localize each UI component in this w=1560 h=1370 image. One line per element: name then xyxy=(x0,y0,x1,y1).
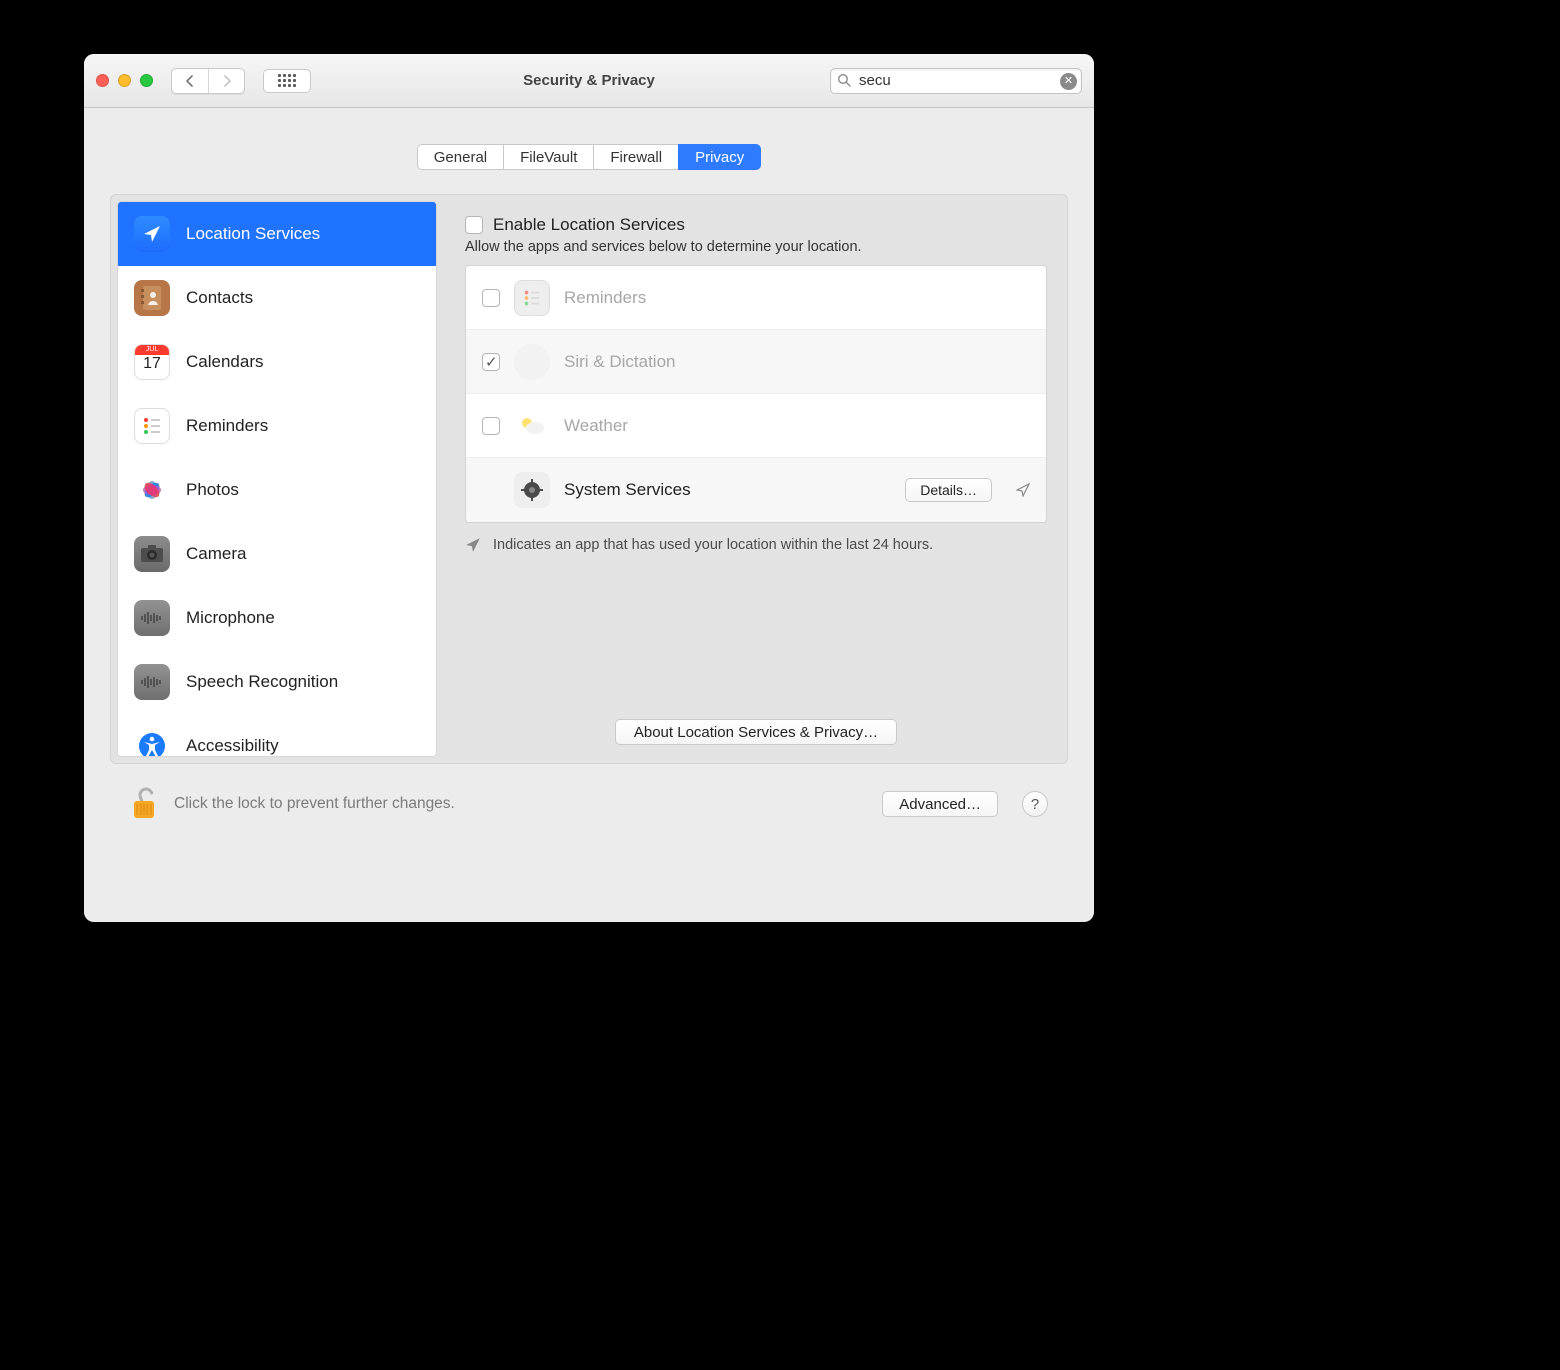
sidebar-item-contacts[interactable]: Contacts xyxy=(118,266,436,330)
app-row-weather[interactable]: Weather xyxy=(466,394,1046,458)
window-controls xyxy=(96,74,153,87)
sidebar-item-accessibility[interactable]: Accessibility xyxy=(118,714,436,757)
accessibility-icon xyxy=(134,728,170,757)
app-row-reminders[interactable]: Reminders xyxy=(466,266,1046,330)
sidebar-item-location-services[interactable]: Location Services xyxy=(118,202,436,266)
indicator-note: Indicates an app that has used your loca… xyxy=(465,537,1047,553)
close-button[interactable] xyxy=(96,74,109,87)
advanced-button[interactable]: Advanced… xyxy=(882,791,998,817)
about-location-button[interactable]: About Location Services & Privacy… xyxy=(615,719,897,745)
app-label: Siri & Dictation xyxy=(564,352,675,372)
system-services-icon xyxy=(514,472,550,508)
location-indicator-icon xyxy=(465,537,481,553)
contacts-icon xyxy=(134,280,170,316)
forward-button[interactable] xyxy=(208,69,244,93)
show-all-button[interactable] xyxy=(263,69,311,93)
clear-search-button[interactable]: ✕ xyxy=(1060,73,1077,90)
back-button[interactable] xyxy=(172,69,208,93)
weather-icon xyxy=(514,408,550,444)
siri-icon xyxy=(514,344,550,380)
search-wrap: ✕ xyxy=(830,68,1082,94)
sidebar-item-label: Contacts xyxy=(186,288,253,308)
sidebar-item-label: Camera xyxy=(186,544,246,564)
sidebar-item-label: Microphone xyxy=(186,608,275,628)
tab-label: Privacy xyxy=(695,149,744,166)
sidebar-item-label: Calendars xyxy=(186,352,264,372)
enable-location-label: Enable Location Services xyxy=(493,215,685,235)
app-row-siri[interactable]: Siri & Dictation xyxy=(466,330,1046,394)
lock-icon[interactable] xyxy=(130,786,160,822)
system-preferences-window: Security & Privacy ✕ General FileVault F… xyxy=(84,54,1094,922)
grid-icon xyxy=(278,74,296,87)
enable-location-checkbox[interactable] xyxy=(465,216,483,234)
minimize-button[interactable] xyxy=(118,74,131,87)
app-list: Reminders Siri & Dictation Weather xyxy=(465,265,1047,523)
sidebar-item-microphone[interactable]: Microphone xyxy=(118,586,436,650)
reminders-icon xyxy=(514,280,550,316)
app-checkbox[interactable] xyxy=(482,417,500,435)
lock-text: Click the lock to prevent further change… xyxy=(174,795,455,813)
search-input[interactable] xyxy=(830,68,1082,94)
sidebar-item-label: Location Services xyxy=(186,224,320,244)
location-icon xyxy=(134,216,170,252)
tab-filevault[interactable]: FileVault xyxy=(503,144,594,170)
footer: Click the lock to prevent further change… xyxy=(110,764,1068,840)
zoom-button[interactable] xyxy=(140,74,153,87)
calendar-day: 17 xyxy=(135,355,169,373)
sidebar-item-label: Accessibility xyxy=(186,736,279,756)
help-button[interactable]: ? xyxy=(1022,791,1048,817)
tab-label: General xyxy=(434,149,487,166)
tab-label: FileVault xyxy=(520,149,577,166)
speech-icon xyxy=(134,664,170,700)
calendar-month: JUL xyxy=(135,345,169,355)
app-row-system-services[interactable]: System Services Details… xyxy=(466,458,1046,522)
privacy-sidebar: Location Services Contacts JUL 17 Calend… xyxy=(117,201,437,757)
calendar-icon: JUL 17 xyxy=(134,344,170,380)
nav-group xyxy=(171,68,245,94)
tab-firewall[interactable]: Firewall xyxy=(593,144,679,170)
camera-icon xyxy=(134,536,170,572)
sidebar-item-reminders[interactable]: Reminders xyxy=(118,394,436,458)
titlebar: Security & Privacy ✕ xyxy=(84,54,1094,108)
search-icon xyxy=(837,73,852,88)
note-text: Indicates an app that has used your loca… xyxy=(493,537,933,553)
content-pane: Enable Location Services Allow the apps … xyxy=(451,201,1061,757)
sidebar-item-camera[interactable]: Camera xyxy=(118,522,436,586)
app-label: Reminders xyxy=(564,288,646,308)
sidebar-item-calendars[interactable]: JUL 17 Calendars xyxy=(118,330,436,394)
privacy-panel: Location Services Contacts JUL 17 Calend… xyxy=(110,194,1068,764)
location-description: Allow the apps and services below to det… xyxy=(465,239,1047,255)
sidebar-item-photos[interactable]: Photos xyxy=(118,458,436,522)
enable-location-row: Enable Location Services xyxy=(465,215,1047,235)
photos-icon xyxy=(134,472,170,508)
tab-label: Firewall xyxy=(610,149,662,166)
tabs: General FileVault Firewall Privacy xyxy=(417,144,762,170)
details-button[interactable]: Details… xyxy=(905,478,992,502)
app-checkbox[interactable] xyxy=(482,353,500,371)
sidebar-item-label: Photos xyxy=(186,480,239,500)
tab-general[interactable]: General xyxy=(417,144,504,170)
body: General FileVault Firewall Privacy Locat… xyxy=(84,108,1094,922)
tab-privacy[interactable]: Privacy xyxy=(678,144,761,170)
app-label: Weather xyxy=(564,416,628,436)
sidebar-item-label: Reminders xyxy=(186,416,268,436)
sidebar-item-label: Speech Recognition xyxy=(186,672,338,692)
location-indicator-icon xyxy=(1016,483,1030,497)
app-checkbox[interactable] xyxy=(482,289,500,307)
app-label: System Services xyxy=(564,480,691,500)
sidebar-item-speech-recognition[interactable]: Speech Recognition xyxy=(118,650,436,714)
microphone-icon xyxy=(134,600,170,636)
reminders-icon xyxy=(134,408,170,444)
